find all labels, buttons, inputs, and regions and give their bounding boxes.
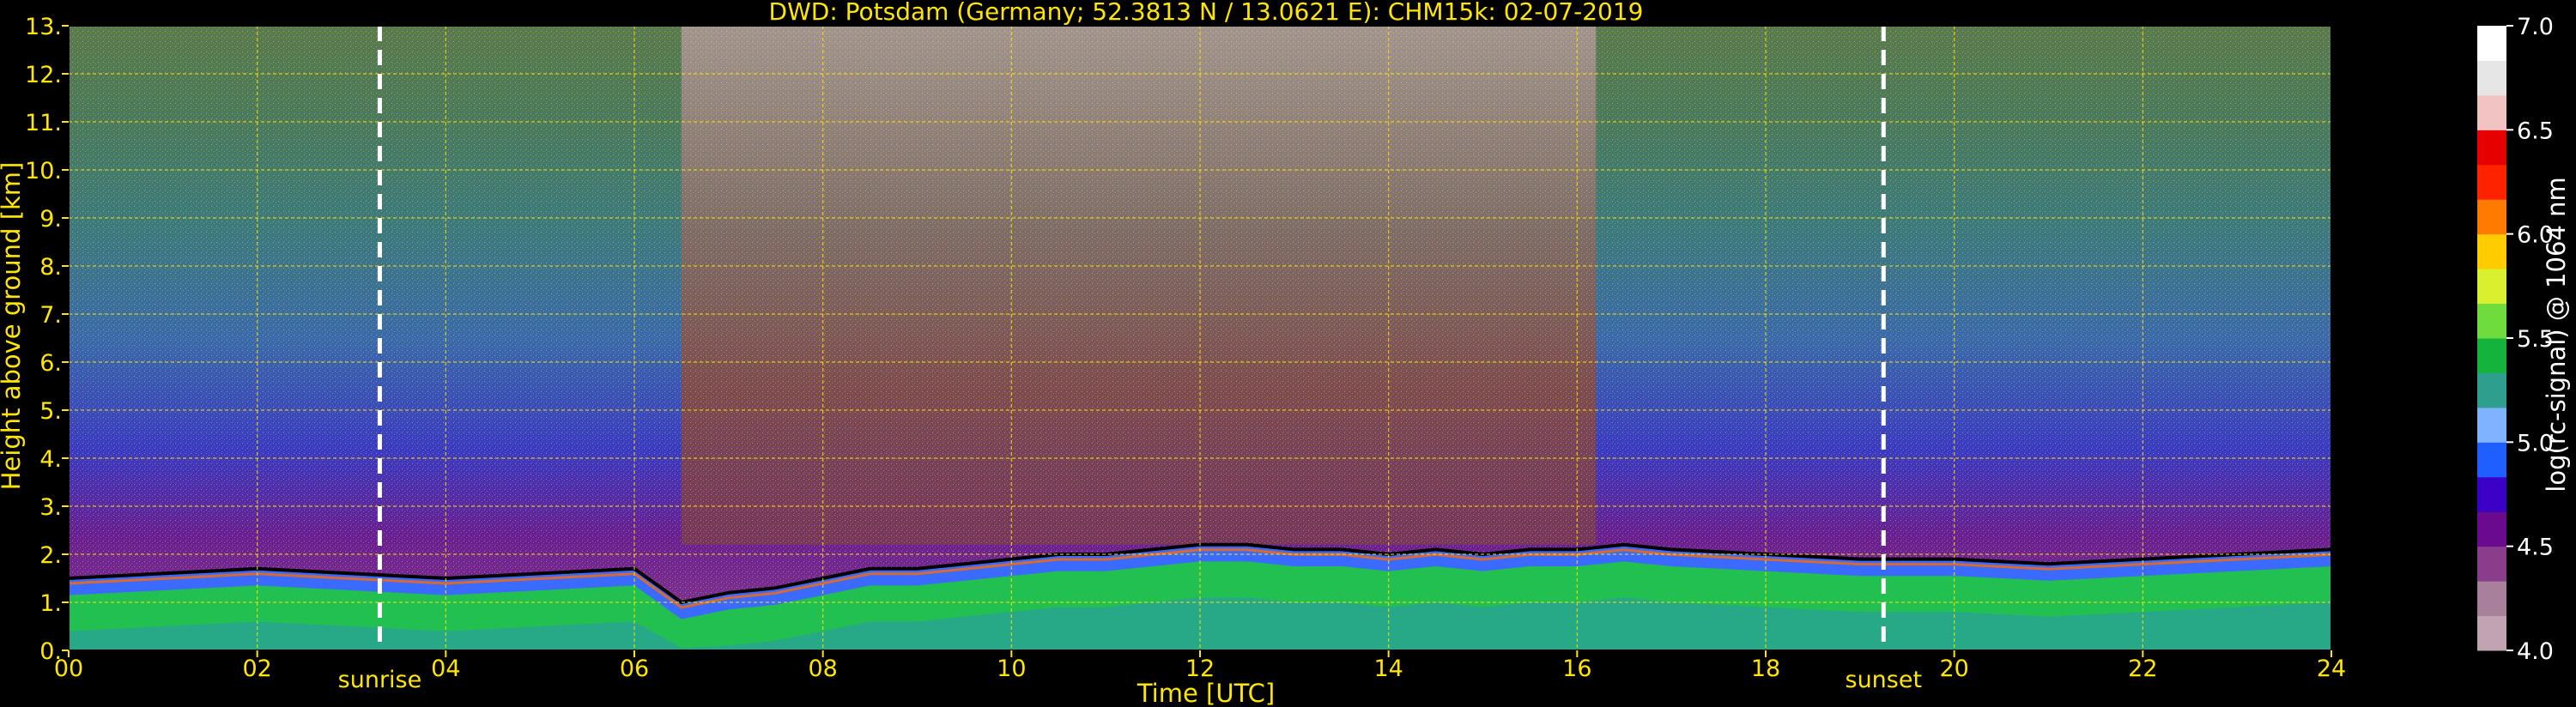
x-tick-label: 14 bbox=[1373, 656, 1403, 682]
colorbar-segment bbox=[2477, 269, 2506, 305]
y-tick-label: 7. bbox=[39, 302, 62, 329]
colorbar-tick-label: 6.5 bbox=[2517, 118, 2554, 144]
colorbar-segment bbox=[2477, 615, 2506, 651]
colorbar-segment bbox=[2477, 26, 2506, 61]
colorbar-segment bbox=[2477, 60, 2506, 96]
colorbar-tick-label: 4.0 bbox=[2517, 638, 2554, 665]
y-tick-label: 11. bbox=[25, 110, 62, 136]
colorbar-segment bbox=[2477, 94, 2506, 130]
colorbar-segment bbox=[2477, 303, 2506, 339]
y-tick-label: 6. bbox=[39, 350, 62, 377]
sunset-label: sunset bbox=[1846, 667, 1923, 693]
colorbar-segment bbox=[2477, 372, 2506, 408]
y-tick-label: 5. bbox=[39, 398, 62, 425]
y-tick-label: 12. bbox=[25, 62, 62, 88]
x-axis-title: Time [UTC] bbox=[1136, 679, 1275, 707]
y-axis-title: Height above ground [km] bbox=[0, 162, 26, 491]
ceilometer-chart: sunrise sunset 0.1.2.3.4.5.6.7.8.9.10.11.… bbox=[0, 0, 2576, 707]
y-tick-label: 2. bbox=[39, 542, 62, 569]
sunrise-label: sunrise bbox=[338, 667, 422, 693]
y-tick-label: 13. bbox=[25, 14, 62, 40]
colorbar-tick-label: 7.0 bbox=[2517, 14, 2554, 40]
x-tick-label: 00 bbox=[54, 656, 83, 682]
colorbar-segment bbox=[2477, 407, 2506, 443]
colorbar-segment bbox=[2477, 476, 2506, 512]
x-tick-label: 10 bbox=[997, 656, 1026, 682]
x-tick-label: 06 bbox=[620, 656, 649, 682]
x-tick-label: 02 bbox=[242, 656, 271, 682]
colorbar-title: log(rc-signal) @ 1064 nm bbox=[2542, 177, 2571, 492]
x-tick-label: 24 bbox=[2317, 656, 2346, 682]
chart-title: DWD: Potsdam (Germany; 52.3813 N / 13.06… bbox=[769, 0, 1644, 26]
y-tick-label: 3. bbox=[39, 494, 62, 521]
colorbar-segment bbox=[2477, 338, 2506, 373]
colorbar-segment bbox=[2477, 164, 2506, 200]
colorbar-segment bbox=[2477, 442, 2506, 478]
x-tick-label: 20 bbox=[1939, 656, 1968, 682]
colorbar-segment bbox=[2477, 581, 2506, 617]
colorbar-segment bbox=[2477, 546, 2506, 582]
y-tick-label: 10. bbox=[25, 158, 62, 184]
colorbar-segment bbox=[2477, 130, 2506, 166]
colorbar-segment bbox=[2477, 199, 2506, 235]
x-tick-label: 08 bbox=[808, 656, 837, 682]
y-tick-label: 4. bbox=[39, 446, 62, 473]
x-tick-label: 22 bbox=[2128, 656, 2157, 682]
y-tick-label: 1. bbox=[39, 590, 62, 617]
colorbar-segment bbox=[2477, 233, 2506, 269]
y-tick-label: 8. bbox=[39, 254, 62, 281]
colorbar-segment bbox=[2477, 511, 2506, 547]
y-tick-label: 9. bbox=[39, 206, 62, 233]
x-tick-label: 04 bbox=[431, 656, 460, 682]
colorbar-tick-label: 4.5 bbox=[2517, 535, 2554, 561]
x-tick-label: 18 bbox=[1751, 656, 1780, 682]
x-tick-label: 16 bbox=[1562, 656, 1591, 682]
